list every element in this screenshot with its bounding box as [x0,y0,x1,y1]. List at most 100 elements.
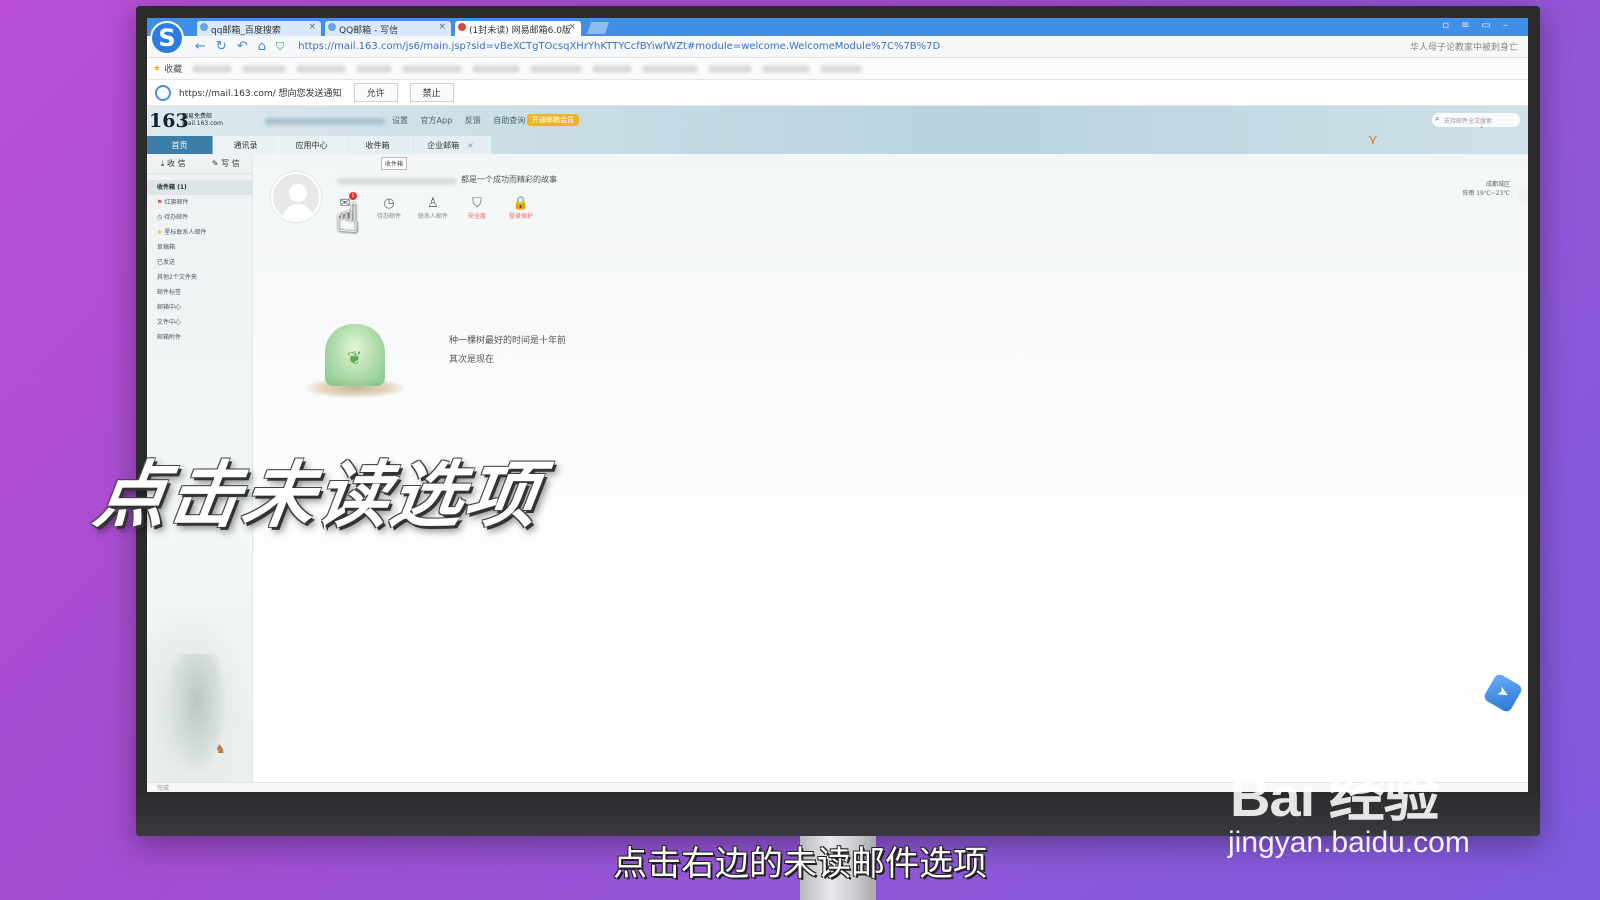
new-tab-button[interactable] [586,22,610,34]
bird-decoration-icon: ⋎ [1367,132,1378,148]
favorite-item[interactable] [402,64,463,73]
quick-login-protect-button[interactable]: 🔒 登录保护 [499,196,543,220]
tab-bar: S qq邮箱_百度搜索 × QQ邮箱 - 写信 × (1封未读) 网易邮箱6.0… [147,18,1528,55]
star-icon: ★ [157,229,163,236]
search-placeholder: 支持邮件全文搜索 [1444,118,1493,125]
favorite-item[interactable] [708,64,753,73]
mail-search-input[interactable]: ⌕ 支持邮件全文搜索 [1432,113,1520,127]
clock-icon: ◷ [157,214,163,221]
tab-baidu-search[interactable]: qq邮箱_百度搜索 × [197,21,321,36]
url-field[interactable]: https://mail.163.com/js6/main.jsp?sid=vB… [298,41,940,52]
logo-sub-line2: mail.163.com [182,120,223,127]
vip-button[interactable]: 开通邮箱会员 [527,114,579,126]
tab-home[interactable]: 首页 [147,136,213,154]
avatar-head [289,184,307,202]
deny-button[interactable]: 禁止 [409,83,454,102]
weather-city: 成都城区 [1485,181,1510,188]
compose-label: 写 信 [221,159,240,168]
tab-app-center[interactable]: 应用中心 [279,136,345,154]
tab-close-icon[interactable]: × [438,22,446,32]
tab-enterprise-mail[interactable]: 企业邮箱 × [411,136,491,154]
weather-temp: 阵雨 19℃~23℃ [1462,190,1510,197]
folder-todo[interactable]: ◷ 待办邮件 [147,210,252,225]
folder-mail-center[interactable]: 邮箱中心 [147,300,252,315]
compose-button[interactable]: ✎ 写 信 [200,158,253,169]
refresh-icon[interactable]: ↻ [216,39,227,54]
red-flag-icon: ⚑ [157,199,163,206]
favorite-item[interactable] [192,64,233,73]
folder-others[interactable]: 其他2个文件夹 [147,270,252,285]
tab-enterprise-label: 企业邮箱 [427,141,460,150]
favorite-item[interactable] [296,64,347,73]
folder-labels[interactable]: 邮件标签 [147,285,252,300]
favorite-item[interactable] [530,64,583,73]
mail-header: 163 网易免费邮 mail.163.com 设置 官方App 反馈 自助查询 … [147,106,1528,154]
tab-qq-mail[interactable]: QQ邮箱 - 写信 × [325,21,451,36]
screen: S qq邮箱_百度搜索 × QQ邮箱 - 写信 × (1封未读) 网易邮箱6.0… [147,18,1528,792]
inbox-tooltip: 收件箱 [381,157,408,170]
tree-illustration [167,654,227,774]
tab-close-icon[interactable]: × [308,22,316,32]
tab-close-icon[interactable]: × [568,22,576,32]
overlay-step-title: 点击未读选项 [89,453,546,537]
back-icon[interactable]: ← [195,39,206,54]
favorite-item[interactable] [472,64,521,73]
mail-nav-tabs: 首页 通讯录 应用中心 收件箱 企业邮箱 × [147,136,491,154]
favorite-item[interactable] [820,64,863,73]
search-icon: ⌕ [1435,114,1440,123]
folder-starred[interactable]: ★ 星标联系人邮件 [147,225,252,240]
undo-icon[interactable]: ↶ [237,39,248,54]
tab-title: (1封未读) 网易邮箱6.0版 [469,26,571,36]
allow-button[interactable]: 允许 [353,83,398,102]
folder-drafts[interactable]: 草稿箱 [147,240,252,255]
tab-contacts[interactable]: 通讯录 [213,136,279,154]
folder-sent[interactable]: 已发送 [147,255,252,270]
folder-attachments[interactable]: 邮箱附件 [147,330,252,345]
quick-contacts-button[interactable]: ♙ 联系人邮件 [411,196,455,220]
video-caption: 点击右边的未读邮件选项 [613,844,987,884]
self-service-link[interactable]: 自助查询 [493,116,525,125]
avatar[interactable] [271,172,321,222]
tab-title: QQ邮箱 - 写信 [339,26,399,36]
favorites-label[interactable]: 收藏 [164,62,182,75]
shield-icon: ⛉ [472,196,482,211]
tab-inbox[interactable]: 收件箱 [345,136,411,154]
tab-163-mail[interactable]: (1封未读) 网易邮箱6.0版 × [455,21,581,36]
logo-sub-line1: 网易免费邮 [182,113,213,120]
home-icon[interactable]: ⌂ [258,39,266,54]
address-bar: ← ↻ ↶ ⌂ ⛉ https://mail.163.com/js6/main.… [147,36,1528,58]
user-name [337,178,457,185]
feedback-link[interactable]: 反馈 [465,116,481,125]
quick-label: 登录保护 [508,213,533,220]
side-collapse-handle[interactable] [1518,184,1528,204]
receive-button[interactable]: ⤓ 收 信 [147,158,200,169]
weather-widget[interactable]: 成都城区 阵雨 19℃~23℃ [1462,180,1510,198]
quote-line-2: 其次是现在 [449,355,495,365]
folder-inbox[interactable]: 收件箱 (1) [147,180,252,195]
favorite-item[interactable] [592,64,633,73]
favorite-item[interactable] [242,64,287,73]
logo-subtitle: 网易免费邮 mail.163.com [182,113,223,127]
top-links: 设置 官方App 反馈 自助查询 [392,115,535,126]
quick-security-button[interactable]: ⛉ 安全度 [455,196,499,220]
tab-close-icon[interactable]: × [467,141,474,150]
folder-file-center[interactable]: 文件中心 [147,315,252,330]
window-controls[interactable]: ▫≡▭– [1442,20,1520,31]
quick-todo-button[interactable]: ◷ 待办邮件 [367,196,411,220]
favorite-item[interactable] [762,64,811,73]
lock-icon: 🔒 [512,196,530,211]
settings-link[interactable]: 设置 [392,116,408,125]
gear-icon [155,84,171,101]
folder-flagged[interactable]: ⚑ 红旗邮件 [147,195,252,210]
clock-icon: ◷ [383,196,395,211]
user-account[interactable] [265,118,385,125]
favorite-item[interactable] [356,64,393,73]
baidu-watermark: Bai 经验 [1230,765,1440,828]
feedback-bird-icon[interactable]: ➤ [1482,672,1524,714]
browser-logo-icon[interactable]: S [150,21,184,55]
favorite-item[interactable] [642,64,699,73]
compose-icon: ✎ [211,159,222,168]
app-link[interactable]: 官方App [421,116,453,125]
address-news-text[interactable]: 华人母子论教家中被刺身亡 [1410,40,1518,53]
person-icon: ♙ [427,196,439,211]
